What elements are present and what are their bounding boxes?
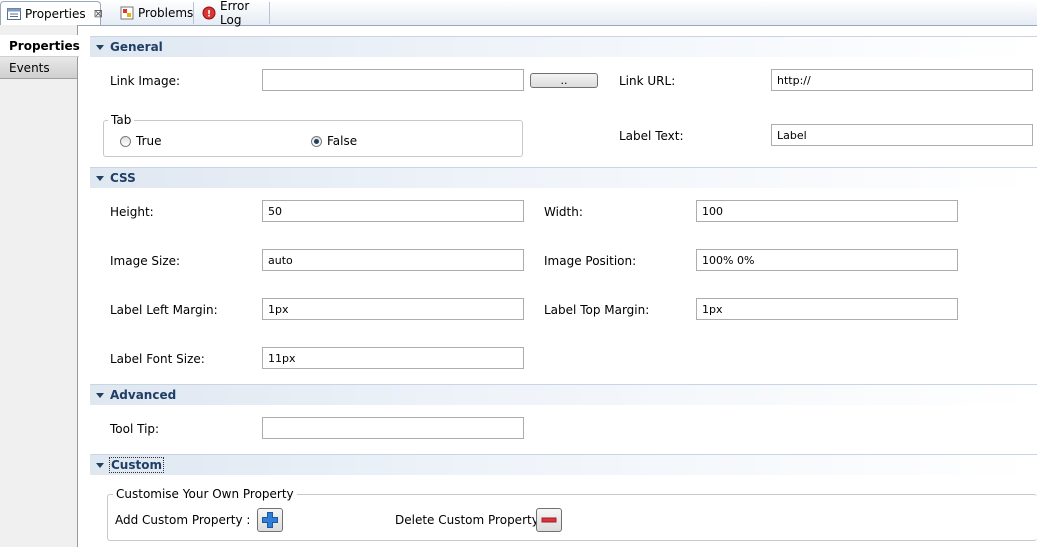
link-image-input[interactable] — [262, 69, 524, 91]
image-size-label: Image Size: — [110, 254, 181, 268]
link-image-label: Link Image: — [110, 74, 181, 88]
radio-true-label: True — [136, 134, 162, 148]
radio-selected-dot — [314, 138, 319, 144]
label-text-input[interactable] — [771, 124, 1033, 146]
link-url-label: Link URL: — [619, 74, 676, 88]
section-css-header[interactable]: CSS — [90, 167, 1037, 188]
svg-text:!: ! — [207, 10, 211, 20]
width-input[interactable] — [696, 200, 958, 222]
radio-true[interactable]: True — [120, 134, 162, 148]
tab-problems-label: Problems — [138, 6, 194, 20]
section-general-header[interactable]: General — [90, 36, 1037, 57]
radio-false-circle[interactable] — [311, 135, 322, 147]
tab-group-title: Tab — [108, 113, 135, 127]
expand-triangle-icon — [96, 462, 104, 468]
label-left-margin-label: Label Left Margin: — [110, 303, 218, 317]
tab-properties[interactable]: Properties ⊠ — [0, 1, 103, 25]
tab-error-log-label: Error Log — [220, 0, 250, 27]
label-left-margin-input[interactable] — [262, 298, 524, 320]
radio-false-label: False — [327, 134, 358, 148]
height-label: Height: — [110, 205, 154, 219]
label-top-margin-label: Label Top Margin: — [544, 303, 650, 317]
height-input[interactable] — [262, 200, 524, 222]
image-position-input[interactable] — [696, 249, 958, 271]
plus-icon — [262, 512, 278, 528]
label-top-margin-input[interactable] — [696, 298, 958, 320]
properties-icon — [7, 7, 21, 21]
error-log-icon: ! — [202, 6, 216, 20]
problems-icon — [120, 6, 134, 20]
delete-custom-property-button[interactable] — [536, 508, 562, 532]
view-tab-strip: Properties ⊠ Problems ! Error Log — [0, 0, 1037, 27]
label-font-size-label: Label Font Size: — [110, 352, 205, 366]
tool-tip-input[interactable] — [262, 417, 524, 439]
close-icon[interactable]: ⊠ — [94, 7, 103, 20]
nav-item-properties[interactable]: Properties — [0, 35, 80, 57]
tab-properties-label: Properties — [25, 6, 86, 21]
expand-triangle-icon — [96, 44, 104, 50]
image-position-label: Image Position: — [544, 254, 637, 268]
section-advanced-title: Advanced — [110, 388, 177, 402]
expand-triangle-icon — [96, 392, 104, 398]
link-url-input[interactable] — [771, 69, 1033, 91]
width-label: Width: — [544, 205, 583, 219]
label-text-label: Label Text: — [619, 129, 684, 143]
tab-error-log[interactable]: ! Error Log — [196, 0, 270, 27]
left-nav: Properties Events — [0, 25, 80, 547]
add-custom-property-button[interactable] — [257, 508, 283, 532]
nav-item-events[interactable]: Events — [0, 57, 77, 79]
radio-true-circle[interactable] — [120, 135, 131, 147]
radio-false[interactable]: False — [311, 134, 357, 148]
section-custom-title: Custom — [109, 457, 164, 473]
expand-triangle-icon — [96, 175, 104, 181]
section-advanced-header[interactable]: Advanced — [90, 384, 1037, 405]
section-general-title: General — [110, 40, 163, 54]
tool-tip-label: Tool Tip: — [110, 422, 160, 436]
tab-problems[interactable]: Problems — [114, 2, 194, 24]
image-size-input[interactable] — [262, 249, 524, 271]
custom-group-title: Customise Your Own Property — [113, 487, 297, 501]
label-font-size-input[interactable] — [262, 347, 524, 369]
delete-custom-property-label: Delete Custom Property : — [395, 513, 547, 527]
minus-icon — [541, 517, 557, 523]
section-css-title: CSS — [110, 171, 136, 185]
section-custom-header[interactable]: Custom — [90, 454, 1037, 475]
browse-button[interactable]: .. — [530, 73, 598, 88]
add-custom-property-label: Add Custom Property : — [115, 513, 251, 527]
